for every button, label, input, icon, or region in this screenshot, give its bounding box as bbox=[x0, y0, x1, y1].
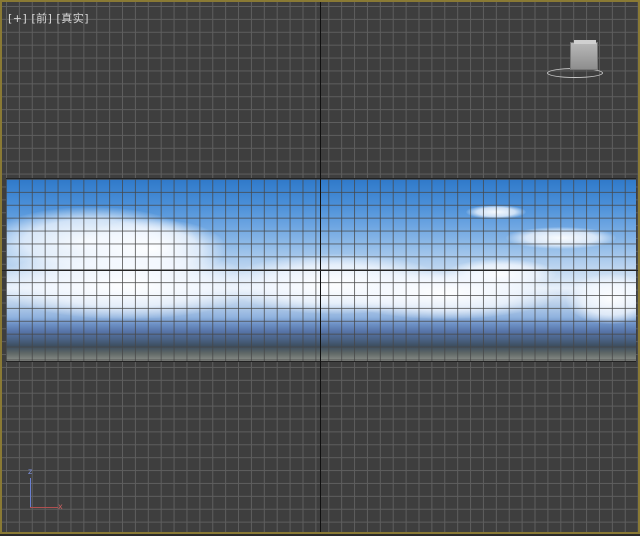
front-viewport[interactable]: [+] [前] [真实] z x bbox=[0, 0, 640, 534]
world-axis-vertical bbox=[320, 2, 321, 532]
viewport-plus-menu[interactable]: [+] bbox=[8, 12, 27, 25]
viewport-label: [+] [前] [真实] bbox=[8, 10, 89, 26]
viewcube-face-top[interactable] bbox=[574, 40, 596, 44]
x-axis-label: x bbox=[58, 502, 63, 511]
z-axis-line bbox=[30, 478, 31, 508]
viewport-shading-menu[interactable]: [真实] bbox=[56, 12, 89, 25]
viewport-view-menu[interactable]: [前] bbox=[31, 12, 52, 25]
axis-tripod-icon: z x bbox=[20, 467, 70, 516]
z-axis-label: z bbox=[28, 467, 33, 476]
viewcube-face-front[interactable] bbox=[570, 42, 598, 70]
x-axis-line bbox=[30, 507, 58, 508]
viewcube-icon[interactable] bbox=[545, 40, 603, 80]
world-axis-horizontal bbox=[2, 270, 638, 271]
